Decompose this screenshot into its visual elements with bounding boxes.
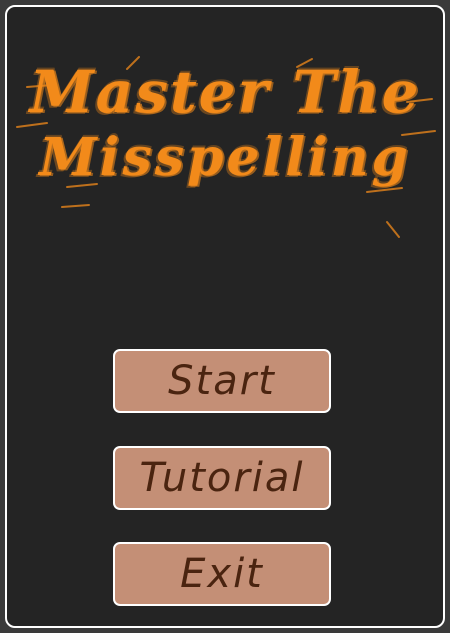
exit-button[interactable]: Exit (113, 542, 331, 606)
game-title: Master The Misspelling (7, 62, 443, 185)
game-title-line2: Misspelling (39, 126, 411, 188)
start-button[interactable]: Start (113, 349, 331, 413)
game-window: Master The Misspelling Start Tutorial Ex… (5, 5, 445, 628)
game-title-line1: Master The (29, 58, 421, 126)
tutorial-button[interactable]: Tutorial (113, 446, 331, 510)
